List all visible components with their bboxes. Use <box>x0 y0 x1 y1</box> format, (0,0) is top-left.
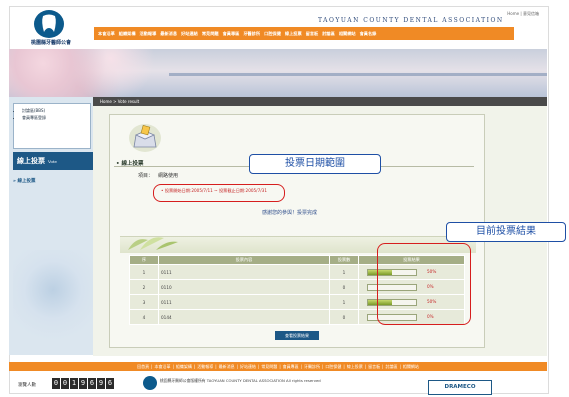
counter-digit: 9 <box>79 378 87 389</box>
footer-nav-separator: | <box>300 364 303 369</box>
nav-item[interactable]: 討論區 <box>322 31 335 37</box>
counter-digit: 1 <box>70 378 78 389</box>
footer-nav-separator: | <box>364 364 367 369</box>
sidebar-item-vote[interactable]: » 線上投票 <box>13 178 35 184</box>
footer-nav-item[interactable]: 常見問題 <box>261 364 277 370</box>
footer-nav-separator: | <box>215 364 217 369</box>
footer-nav-item[interactable]: 相關網站 <box>403 364 419 370</box>
copyright-text: 桃園縣牙醫師公會版權所有 TAOYUAN COUNTY DENTAL ASSOC… <box>160 378 321 383</box>
breadcrumb-bar <box>93 97 547 106</box>
row-number: 4 <box>129 309 159 325</box>
row-content: 0111 <box>158 264 330 280</box>
counter-digit: 6 <box>88 378 96 389</box>
row-votes: 1 <box>329 264 359 280</box>
footer-nav-separator: | <box>172 364 174 369</box>
sidebar-section-title-text: 線上投票 <box>17 156 45 165</box>
item-label: 項目： <box>138 173 154 179</box>
footer-nav-separator: | <box>322 364 324 369</box>
nav-item[interactable]: 活動報導 <box>140 31 157 37</box>
nav-item[interactable]: 本會沿革 <box>98 31 115 37</box>
vote-complete-message: 感謝您的參與！投票完成 <box>262 210 318 216</box>
footer-nav-separator: | <box>399 364 401 369</box>
footer-nav-item[interactable]: 最新消息 <box>219 364 235 370</box>
tooth-logo-icon <box>34 10 64 38</box>
banner-title: TAOYUAN COUNTY DENTAL ASSOCIATION <box>318 17 504 24</box>
cherry-blossom-image <box>9 49 179 97</box>
nav-item[interactable]: 線上投票 <box>285 31 302 37</box>
footer-nav-item[interactable]: 留言板 <box>368 364 380 370</box>
footer-nav-separator: | <box>257 364 260 369</box>
row-number: 2 <box>129 279 159 295</box>
sidebar-links-box: 討論區(BBS) 會員專區登錄 <box>13 103 91 149</box>
top-links[interactable]: Home | 意見信箱 <box>507 11 539 17</box>
nav-item[interactable]: 最新消息 <box>160 31 177 37</box>
counter-digit: 6 <box>106 378 114 389</box>
item-value: 網路使用 <box>158 173 179 179</box>
footer-nav-separator: | <box>151 364 153 369</box>
row-votes: 0 <box>329 279 359 295</box>
result-highlight <box>377 243 471 325</box>
footer-nav-item[interactable]: 好站連結 <box>240 364 256 370</box>
footer-nav-item[interactable]: 本會沿革 <box>155 364 171 370</box>
footer-nav-separator: | <box>343 364 345 369</box>
sidebar-link-members[interactable]: 會員專區登錄 <box>22 114 90 121</box>
nav-item[interactable]: 會員名錄 <box>360 31 377 37</box>
banner <box>9 49 547 97</box>
row-content: 0111 <box>158 294 330 310</box>
sidebar-section-title: 線上投票 Vote <box>13 152 95 170</box>
nav-item[interactable]: 會員專區 <box>223 31 240 37</box>
footer-nav: 回首頁 | 本會沿革 | 組織架構 | 活動報導 | 最新消息 | 好站連結 | 常見問題 | 會員專區 | 牙… <box>9 362 547 371</box>
footer-nav-item[interactable]: 活動報導 <box>197 364 213 370</box>
banner-divider <box>169 73 547 76</box>
view-results-button[interactable]: 查看投票結果 <box>275 331 319 340</box>
date-range-highlight <box>153 184 285 202</box>
nav-item[interactable]: 留言板 <box>306 31 319 37</box>
footer-nav-item[interactable]: 組織架構 <box>176 364 192 370</box>
footer-nav-item[interactable]: 討論區 <box>385 364 397 370</box>
designer-badge[interactable]: DRAMECO <box>428 380 492 395</box>
nav-item[interactable]: 牙醫診所 <box>243 31 260 37</box>
row-number: 1 <box>129 264 159 280</box>
footer-logo-icon <box>143 376 157 390</box>
sidebar-item-label: 線上投票 <box>17 179 36 184</box>
nav-item[interactable]: 好站連結 <box>181 31 198 37</box>
col-header-content: 投票內容 <box>158 255 330 265</box>
counter-digit: 9 <box>97 378 105 389</box>
footer-nav-separator: | <box>193 364 196 369</box>
breadcrumb: Home > Vote result <box>100 99 140 104</box>
visitor-counter-label: 瀏覽人數 <box>18 383 36 388</box>
footer-nav-item[interactable]: 牙醫診所 <box>304 364 320 370</box>
footer-nav-separator: | <box>382 364 384 369</box>
counter-digit: 0 <box>52 378 60 389</box>
nav-item[interactable]: 組織架構 <box>119 31 136 37</box>
counter-digit: 0 <box>61 378 69 389</box>
nav-item[interactable]: 常見問題 <box>202 31 219 37</box>
logo-text: 桃園縣牙醫師公會 <box>30 40 71 46</box>
ballot-box-icon <box>128 123 162 153</box>
visitor-counter: 0019696 <box>52 378 114 389</box>
footer-nav-separator: | <box>279 364 281 369</box>
sidebar-link-bbs[interactable]: 討論區(BBS) <box>22 107 90 114</box>
nav-item[interactable]: 口腔保健 <box>264 31 281 37</box>
footer-nav-item[interactable]: 回首頁 <box>137 364 149 370</box>
col-header-no: 序 <box>129 255 159 265</box>
sidebar-section-title-en: Vote <box>48 158 57 164</box>
date-range-callout: 投票日期範圍 <box>249 154 381 174</box>
row-content: 0144 <box>158 309 330 325</box>
footer-nav-separator: | <box>236 364 238 369</box>
site-logo[interactable]: 桃園縣牙醫師公會 <box>20 10 82 50</box>
main-nav: 本會沿革 組織架構 活動報導 最新消息 好站連結 常見問題 會員專區 牙醫診所 口腔保健 線上投票… <box>94 27 514 40</box>
footer-nav-item[interactable]: 口腔保健 <box>325 364 341 370</box>
footer-nav-item[interactable]: 會員專區 <box>283 364 299 370</box>
sidebar-decoration <box>13 250 93 350</box>
row-number: 3 <box>129 294 159 310</box>
leaves-decoration-icon <box>126 232 186 252</box>
row-votes: 0 <box>329 309 359 325</box>
col-header-votes: 投票數 <box>329 255 359 265</box>
row-content: 0110 <box>158 279 330 295</box>
result-callout: 目前投票結果 <box>446 222 566 242</box>
row-votes: 1 <box>329 294 359 310</box>
nav-item[interactable]: 相關網站 <box>339 31 356 37</box>
footer-nav-item[interactable]: 線上投票 <box>347 364 363 370</box>
